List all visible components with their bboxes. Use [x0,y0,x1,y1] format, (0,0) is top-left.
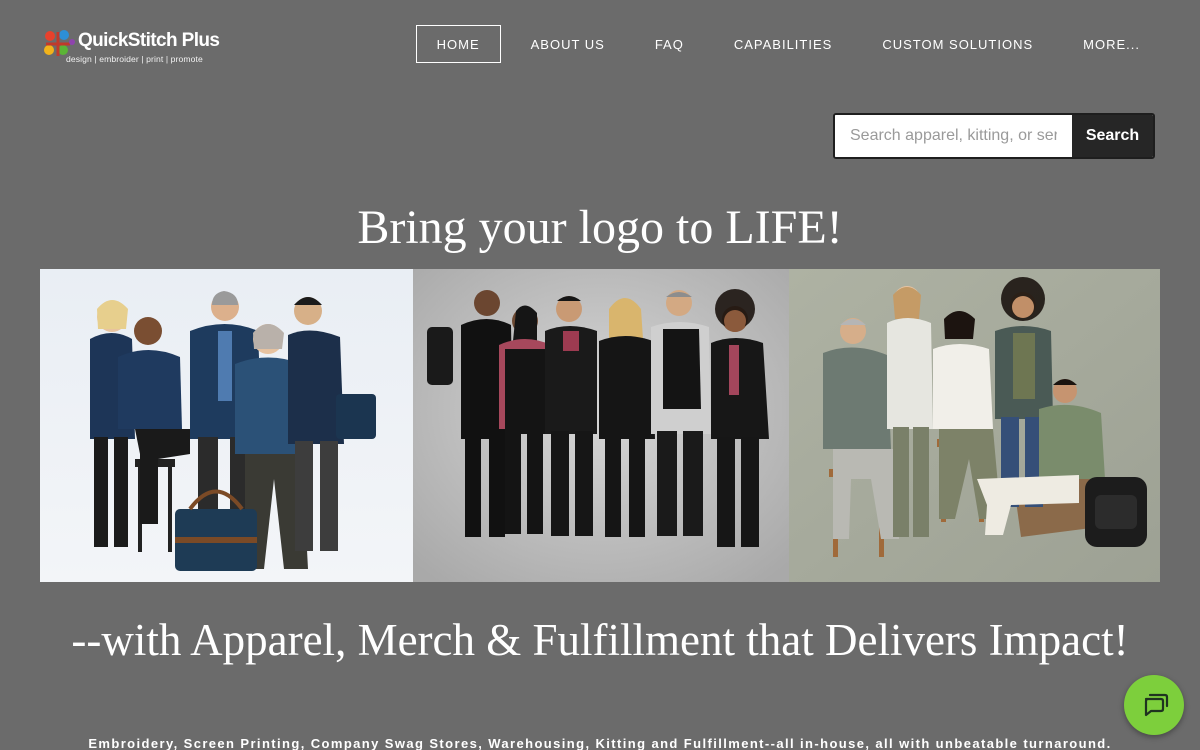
group-photo-black-apparel [413,269,789,582]
search-input[interactable] [835,115,1072,157]
group-photo-casual-apparel [789,269,1160,582]
services-tagline: Embroidery, Screen Printing, Company Swa… [88,736,1112,750]
brand-tagline: design | embroider | print | promote [66,54,203,64]
hero-photo-strip [40,269,1160,582]
nav-item-about-us[interactable]: ABOUT US [511,26,625,62]
nav-item-custom-solutions[interactable]: CUSTOM SOLUTIONS [862,26,1053,62]
nav-item-more[interactable]: MORE... [1063,26,1160,62]
nav-item-capabilities[interactable]: CAPABILITIES [714,26,852,62]
search-form: Search [833,113,1155,159]
page: QuickStitch Plus design | embroider | pr… [0,0,1200,750]
search-button[interactable]: Search [1072,115,1153,157]
chat-bubble-icon [1144,693,1169,717]
chat-button[interactable] [1124,675,1184,735]
brand-name: QuickStitch Plus [78,30,220,51]
hero-subtitle: --with Apparel, Merch & Fulfillment that… [71,615,1129,665]
main-nav: HOME ABOUT US FAQ CAPABILITIES CUSTOM SO… [406,25,1160,63]
hero-title: Bring your logo to LIFE! [357,201,843,254]
group-photo-navy-apparel [40,269,413,582]
nav-item-faq[interactable]: FAQ [635,26,704,62]
brand-logo[interactable]: QuickStitch Plus design | embroider | pr… [40,24,230,68]
nav-item-home[interactable]: HOME [415,25,501,63]
